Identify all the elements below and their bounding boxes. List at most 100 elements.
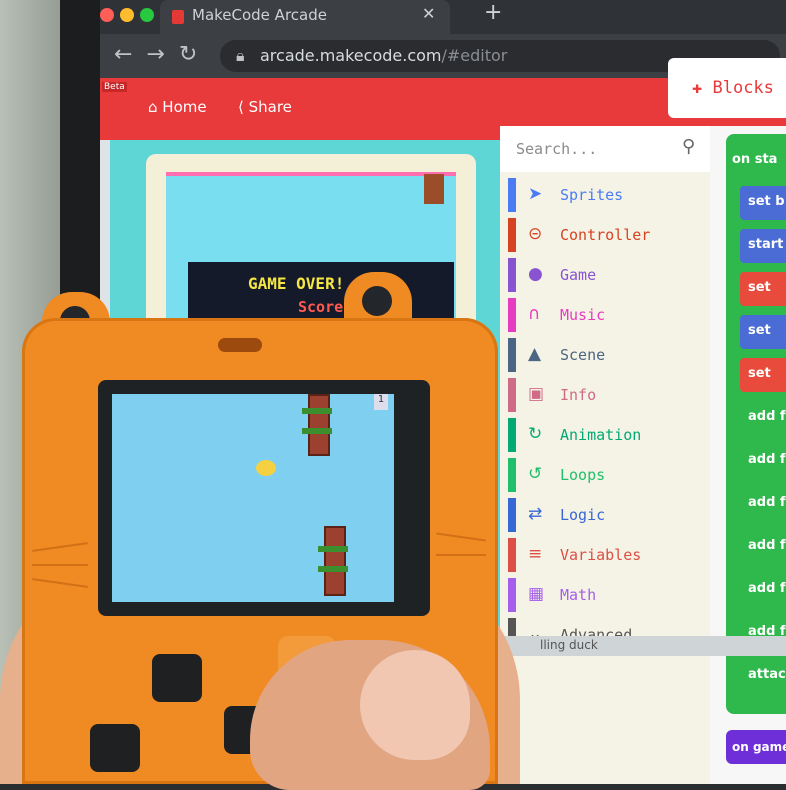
whisker <box>32 542 88 552</box>
code-block[interactable]: add fr <box>740 444 786 478</box>
code-block[interactable]: add fr <box>740 487 786 521</box>
browser-tab-bar: MakeCode Arcade ✕ + <box>100 0 786 34</box>
category-color-bar <box>508 538 516 572</box>
category-label: Sprites <box>560 186 624 204</box>
lower-log-sprite <box>324 526 346 596</box>
code-block[interactable]: set <box>740 272 786 306</box>
category-loops[interactable]: ↺ Loops <box>500 458 710 492</box>
maximize-window-dot[interactable] <box>140 8 154 22</box>
share-button[interactable]: ⟨ Share <box>238 98 292 116</box>
category-color-bar <box>508 578 516 612</box>
home-icon: ⌂ <box>148 98 163 116</box>
home-button[interactable]: ⌂ Home <box>148 98 207 116</box>
refresh-icon: ↻ <box>528 424 543 444</box>
category-scene[interactable]: ▲ Scene <box>500 338 710 372</box>
code-block-label: set b <box>748 194 785 209</box>
category-controller[interactable]: ⊝ Controller <box>500 218 710 252</box>
list-icon: ≡ <box>528 544 543 564</box>
category-sprites[interactable]: ➤ Sprites <box>500 178 710 212</box>
share-label: Share <box>248 98 292 116</box>
on-start-label: on sta <box>732 152 778 167</box>
code-block[interactable]: attach <box>740 659 786 693</box>
score-text: Score <box>298 298 344 316</box>
blocks-toggle-button[interactable]: ✚ Blocks <box>668 58 786 118</box>
category-color-bar <box>508 418 516 452</box>
category-label: Music <box>560 306 606 324</box>
category-color-bar <box>508 498 516 532</box>
code-block-label: add fr <box>748 452 786 467</box>
category-color-bar <box>508 458 516 492</box>
category-label: Scene <box>560 346 606 364</box>
code-block[interactable]: add fr <box>740 573 786 607</box>
project-name-text[interactable]: lling duck <box>540 638 598 652</box>
calculator-icon: ▦ <box>528 584 545 604</box>
code-block[interactable]: set b <box>740 186 786 220</box>
close-window-dot[interactable] <box>100 8 114 22</box>
right-ear-hole <box>362 286 392 316</box>
blocks-workspace[interactable]: on sta set b start set set set add fr add fr ad… <box>710 126 786 784</box>
toolbox-search[interactable]: Search... ⚲ <box>500 126 710 172</box>
tree-stump-sprite <box>424 174 444 204</box>
tab-title: MakeCode Arcade <box>192 6 327 24</box>
whisker <box>436 554 486 556</box>
category-animation[interactable]: ↻ Animation <box>500 418 710 452</box>
code-block[interactable]: set <box>740 315 786 349</box>
dpad-left-button[interactable] <box>90 724 140 772</box>
category-label: Game <box>560 266 597 284</box>
category-color-bar <box>508 298 516 332</box>
category-game[interactable]: ● Game <box>500 258 710 292</box>
category-logic[interactable]: ⇄ Logic <box>500 498 710 532</box>
category-color-bar <box>508 338 516 372</box>
gamepad-icon: ⊝ <box>528 224 543 244</box>
shuffle-icon: ⇄ <box>528 504 543 524</box>
tab-close-icon[interactable]: ✕ <box>422 4 435 23</box>
code-block-label: set <box>748 366 771 381</box>
code-block-label: attach <box>748 667 786 682</box>
code-block[interactable]: add fr <box>740 401 786 435</box>
category-label: Controller <box>560 226 651 244</box>
category-label: Variables <box>560 546 642 564</box>
loop-icon: ↺ <box>528 464 543 484</box>
category-color-bar <box>508 378 516 412</box>
category-color-bar <box>508 258 516 292</box>
nav-buttons-icon[interactable]: ←→↻ <box>114 42 211 67</box>
leaf-sprite <box>318 566 348 572</box>
blocks-label: ✚ Blocks <box>692 78 774 98</box>
toolbox: Search... ⚲ ➤ Sprites ⊝ Controller ● Game ∩ Mus… <box>500 126 710 784</box>
category-math[interactable]: ▦ Math <box>500 578 710 612</box>
code-block[interactable]: set <box>740 358 786 392</box>
category-label: Animation <box>560 426 642 444</box>
code-block[interactable]: add fr <box>740 530 786 564</box>
category-music[interactable]: ∩ Music <box>500 298 710 332</box>
paper-plane-icon: ➤ <box>528 184 543 204</box>
whisker <box>32 564 88 566</box>
search-icon[interactable]: ⚲ <box>682 136 695 157</box>
url-text: arcade.makecode.com/#editor <box>260 46 507 65</box>
upper-log-sprite <box>308 394 330 456</box>
minimize-window-dot[interactable] <box>120 8 134 22</box>
on-game-update-block[interactable]: on game <box>726 730 786 764</box>
home-label: Home <box>162 98 207 116</box>
new-tab-button[interactable]: + <box>484 0 502 25</box>
on-start-block[interactable]: on sta set b start set set set add fr add fr ad… <box>726 134 786 714</box>
code-block-label: add fr <box>748 581 786 596</box>
lcd-screen: 1 <box>112 394 394 602</box>
share-icon: ⟨ <box>238 98 249 116</box>
category-label: Math <box>560 586 597 604</box>
beta-badge: Beta <box>102 82 127 92</box>
dpad-up-button[interactable] <box>152 654 202 702</box>
code-block-label: add fr <box>748 495 786 510</box>
on-game-label: on game <box>732 740 786 754</box>
category-label: Logic <box>560 506 606 524</box>
category-label: Info <box>560 386 597 404</box>
speaker-grille <box>218 338 262 352</box>
whisker <box>32 578 88 588</box>
browser-tab[interactable]: MakeCode Arcade ✕ <box>160 0 450 34</box>
whisker <box>436 532 486 542</box>
code-block[interactable]: start <box>740 229 786 263</box>
category-color-bar <box>508 218 516 252</box>
category-info[interactable]: ▣ Info <box>500 378 710 412</box>
leaf-sprite <box>302 428 332 434</box>
category-variables[interactable]: ≡ Variables <box>500 538 710 572</box>
search-input[interactable]: Search... <box>516 140 597 158</box>
